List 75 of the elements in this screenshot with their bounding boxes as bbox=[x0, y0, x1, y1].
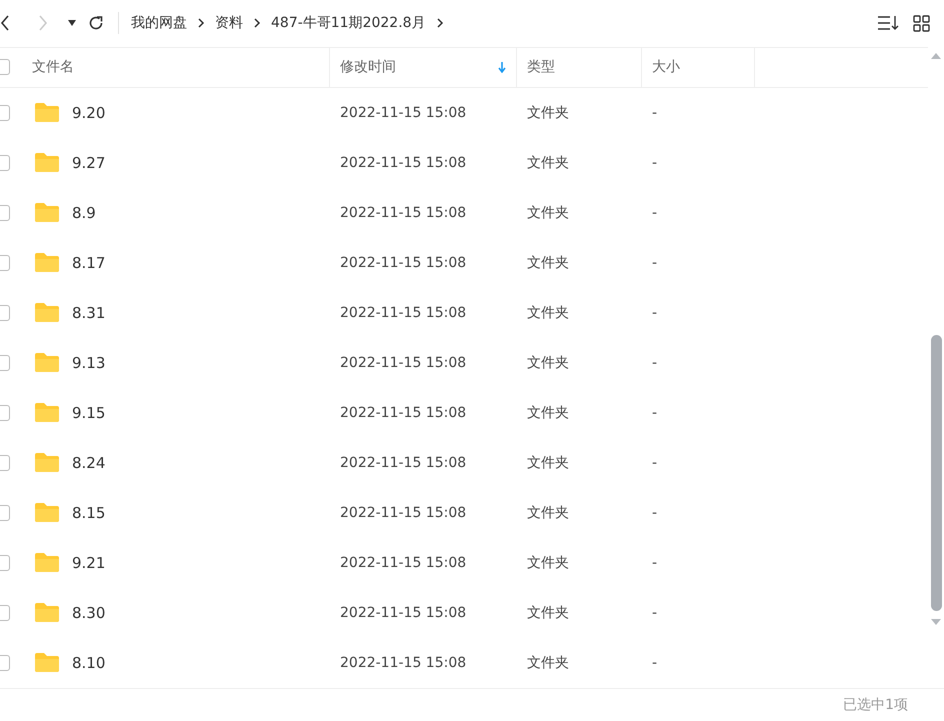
file-name[interactable]: 8.24 bbox=[72, 454, 106, 472]
file-size: - bbox=[652, 404, 658, 421]
file-type: 文件夹 bbox=[527, 304, 569, 322]
file-size: - bbox=[652, 104, 658, 121]
folder-icon bbox=[34, 602, 60, 624]
chevron-icon bbox=[197, 18, 205, 28]
file-size: - bbox=[652, 654, 658, 671]
file-size: - bbox=[652, 554, 658, 571]
folder-icon bbox=[34, 652, 60, 674]
folder-icon bbox=[34, 302, 60, 324]
file-type: 文件夹 bbox=[527, 154, 569, 172]
file-size: - bbox=[652, 154, 658, 171]
modified-time: 2022-11-15 15:08 bbox=[340, 504, 466, 521]
selection-status: 已选中1项 bbox=[843, 696, 908, 714]
column-header[interactable]: 修改时间 bbox=[330, 48, 517, 87]
file-type: 文件夹 bbox=[527, 204, 569, 222]
breadcrumb-link[interactable]: 487-牛哥11期2022.8月 bbox=[271, 14, 426, 32]
file-name[interactable]: 8.9 bbox=[72, 204, 96, 222]
chevron-icon bbox=[436, 18, 444, 28]
scroll-down-icon[interactable] bbox=[931, 618, 941, 625]
file-size: - bbox=[652, 504, 658, 521]
modified-time: 2022-11-15 15:08 bbox=[340, 304, 466, 321]
folder-icon bbox=[34, 502, 60, 524]
column-header[interactable]: 大小 bbox=[642, 48, 755, 87]
modified-time: 2022-11-15 15:08 bbox=[340, 354, 466, 371]
file-name[interactable]: 8.30 bbox=[72, 604, 106, 622]
file-name[interactable]: 9.13 bbox=[72, 354, 106, 372]
file-type: 文件夹 bbox=[527, 404, 569, 422]
file-type: 文件夹 bbox=[527, 604, 569, 622]
folder-icon bbox=[34, 252, 60, 274]
folder-icon bbox=[34, 202, 60, 224]
folder-icon bbox=[34, 402, 60, 424]
file-name[interactable]: 8.10 bbox=[72, 654, 106, 672]
scrollbar-thumb[interactable] bbox=[930, 334, 942, 611]
column-header[interactable]: 类型 bbox=[517, 48, 642, 87]
file-type: 文件夹 bbox=[527, 454, 569, 472]
modified-time: 2022-11-15 15:08 bbox=[340, 404, 466, 421]
breadcrumb-link[interactable]: 资料 bbox=[215, 14, 243, 32]
modified-time: 2022-11-15 15:08 bbox=[340, 254, 466, 271]
file-type: 文件夹 bbox=[527, 104, 569, 122]
file-type: 文件夹 bbox=[527, 554, 569, 572]
modified-time: 2022-11-15 15:08 bbox=[340, 554, 466, 571]
file-name[interactable]: 8.17 bbox=[72, 254, 106, 272]
file-name[interactable]: 9.27 bbox=[72, 154, 106, 172]
modified-time: 2022-11-15 15:08 bbox=[340, 604, 466, 621]
folder-icon bbox=[34, 352, 60, 374]
modified-time: 2022-11-15 15:08 bbox=[340, 154, 466, 171]
file-name[interactable]: 9.20 bbox=[72, 104, 106, 122]
file-name[interactable]: 8.31 bbox=[72, 304, 106, 322]
modified-time: 2022-11-15 15:08 bbox=[340, 454, 466, 471]
file-name[interactable]: 9.21 bbox=[72, 554, 106, 572]
file-name[interactable]: 8.15 bbox=[72, 504, 106, 522]
file-type: 文件夹 bbox=[527, 354, 569, 372]
file-size: - bbox=[652, 604, 658, 621]
file-type: 文件夹 bbox=[527, 654, 569, 672]
caret-icon bbox=[68, 20, 76, 26]
file-type: 文件夹 bbox=[527, 254, 569, 272]
folder-icon bbox=[34, 552, 60, 574]
file-size: - bbox=[652, 354, 658, 371]
file-name[interactable]: 9.15 bbox=[72, 404, 106, 422]
file-size: - bbox=[652, 454, 658, 471]
folder-icon bbox=[34, 102, 60, 124]
modified-time: 2022-11-15 15:08 bbox=[340, 104, 466, 121]
breadcrumb-link[interactable]: 我的网盘 bbox=[131, 14, 187, 32]
file-size: - bbox=[652, 254, 658, 271]
folder-icon bbox=[34, 452, 60, 474]
folder-icon bbox=[34, 152, 60, 174]
file-type: 文件夹 bbox=[527, 504, 569, 522]
column-header[interactable]: 文件名 bbox=[0, 48, 330, 87]
modified-time: 2022-11-15 15:08 bbox=[340, 654, 466, 671]
file-size: - bbox=[652, 204, 658, 221]
modified-time: 2022-11-15 15:08 bbox=[340, 204, 466, 221]
file-size: - bbox=[652, 304, 658, 321]
scroll-up-icon[interactable] bbox=[931, 52, 941, 59]
chevron-icon bbox=[253, 18, 261, 28]
